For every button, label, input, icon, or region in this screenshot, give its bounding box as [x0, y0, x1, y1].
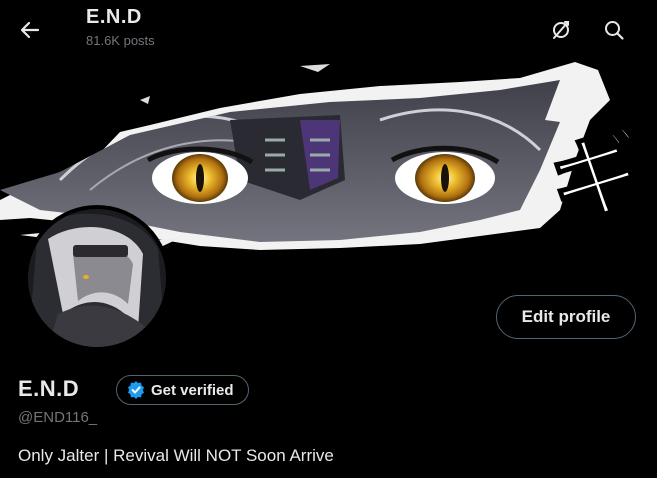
verified-badge-icon — [128, 381, 144, 399]
top-bar: E.N.D 81.6K posts — [0, 0, 657, 60]
search-button[interactable] — [596, 12, 632, 48]
refresh-button[interactable] — [543, 12, 579, 48]
page-title: E.N.D — [86, 6, 142, 28]
avatar-image — [28, 209, 166, 347]
avatar[interactable] — [24, 205, 170, 351]
arrow-left-icon — [20, 21, 40, 39]
edit-profile-button[interactable]: Edit profile — [496, 295, 636, 339]
post-count: 81.6K posts — [86, 33, 155, 48]
get-verified-button[interactable]: Get verified — [116, 375, 249, 405]
refresh-slash-icon — [553, 21, 569, 39]
search-icon — [605, 21, 624, 40]
profile-bio: Only Jalter | Revival Will NOT Soon Arri… — [18, 446, 334, 465]
header-title-block: E.N.D 81.6K posts — [86, 6, 155, 48]
user-handle: @END116_ — [18, 409, 98, 426]
back-button[interactable] — [12, 12, 48, 48]
display-name: E.N.D — [18, 376, 80, 401]
get-verified-label: Get verified — [151, 381, 234, 399]
profile-page: E.N.D 81.6K posts ギッ Edit profile E.N.D … — [0, 0, 657, 478]
